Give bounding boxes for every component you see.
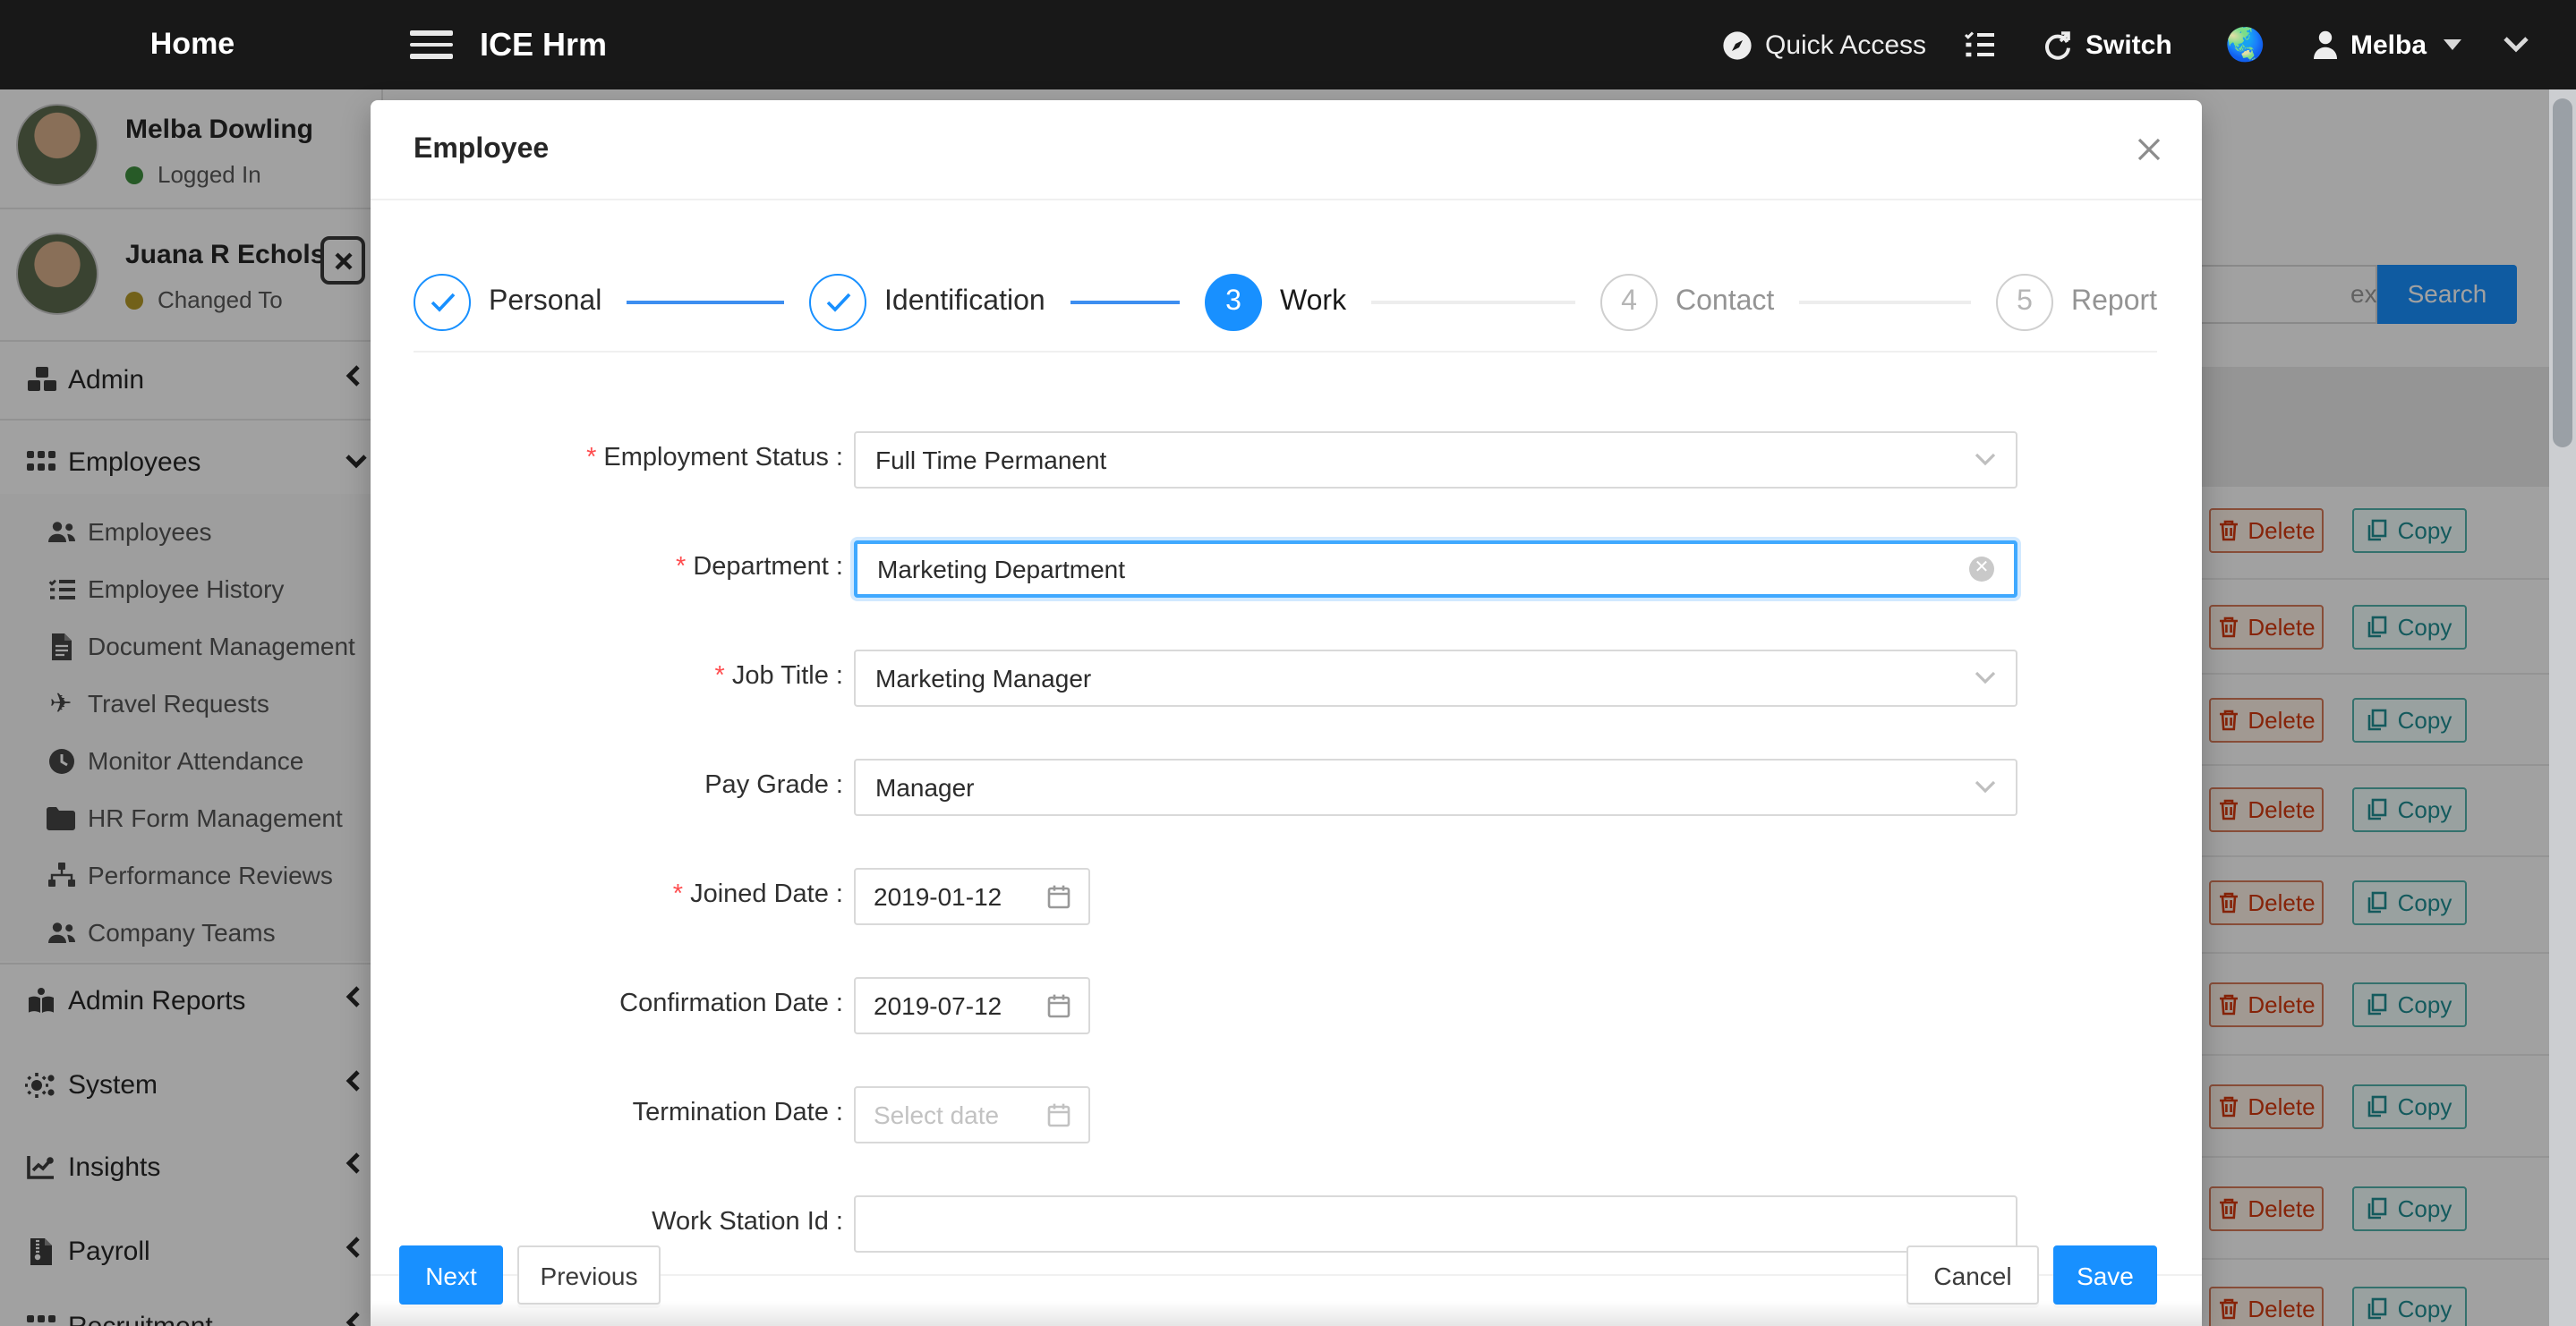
department-select[interactable]: Marketing Department ✕ [854, 540, 2017, 598]
task-list-button[interactable] [1964, 0, 1996, 89]
step-check-circle [809, 274, 866, 331]
clear-icon[interactable]: ✕ [1969, 557, 1994, 582]
pay-grade-select[interactable]: Manager [854, 759, 2017, 816]
step-contact[interactable]: 4 Contact [1600, 274, 1996, 331]
job-title-select[interactable]: Marketing Manager [854, 650, 2017, 707]
user-menu[interactable]: Melba [2313, 0, 2461, 89]
form-row: Employment Status Full Time Permanent [371, 431, 2202, 489]
chevron-down-icon [2503, 36, 2529, 54]
chevron-down-icon [1975, 453, 1996, 467]
confirmation-date-label: Confirmation Date [619, 990, 843, 1018]
step-personal[interactable]: Personal [414, 274, 809, 331]
compass-icon [1722, 30, 1753, 60]
divider [414, 351, 2157, 353]
confirmation-date-picker[interactable]: 2019-07-12 [854, 977, 1090, 1034]
globe-icon[interactable]: 🌏 [2225, 0, 2265, 89]
step-connector [1799, 301, 1971, 304]
work-station-id-label: Work Station Id [652, 1208, 843, 1237]
form-row: Confirmation Date 2019-07-12 [371, 977, 2202, 1034]
form-row: Pay Grade Manager [371, 759, 2202, 816]
form-row: Joined Date 2019-01-12 [371, 868, 2202, 925]
page-scrollbar[interactable] [2549, 89, 2576, 1326]
step-number-circle: 4 [1600, 274, 1658, 331]
joined-date-picker[interactable]: 2019-01-12 [854, 868, 1090, 925]
calendar-icon [1047, 993, 1070, 1018]
modal-title: Employee [414, 134, 549, 166]
app-title: ICE Hrm [480, 0, 607, 89]
save-button[interactable]: Save [2053, 1245, 2157, 1305]
scrollbar-thumb[interactable] [2553, 98, 2572, 447]
next-button[interactable]: Next [399, 1245, 503, 1305]
step-number-circle: 5 [1996, 274, 2053, 331]
form-row: Termination Date Select date [371, 1086, 2202, 1143]
step-report[interactable]: 5 Report [1996, 274, 2157, 331]
check-icon [824, 292, 851, 313]
employment-status-select[interactable]: Full Time Permanent [854, 431, 2017, 489]
form-row: Work Station Id [371, 1195, 2202, 1253]
form-row: Department Marketing Department ✕ [371, 540, 2202, 598]
wizard-steps: Personal Identification 3 Work 4 Contact [414, 274, 2157, 331]
work-station-id-input[interactable] [854, 1195, 2017, 1253]
employment-status-label: Employment Status [586, 444, 843, 472]
hamburger-menu-icon[interactable] [410, 25, 453, 64]
step-connector [627, 301, 784, 304]
home-link[interactable]: Home [0, 0, 385, 89]
department-label: Department [676, 553, 843, 582]
modal-close-button[interactable] [2136, 136, 2164, 165]
step-check-circle [414, 274, 471, 331]
previous-button[interactable]: Previous [517, 1245, 661, 1305]
step-connector [1070, 301, 1180, 304]
switch-user-button[interactable]: Switch [2043, 0, 2172, 89]
close-icon [2136, 136, 2162, 163]
navbar-collapse-button[interactable] [2503, 0, 2529, 89]
app-root: ext Search Delete Copy Delete Copy [0, 0, 2576, 1326]
calendar-icon [1047, 884, 1070, 909]
termination-date-picker[interactable]: Select date [854, 1086, 1090, 1143]
chevron-down-icon [1975, 780, 1996, 795]
job-title-label: Job Title [715, 662, 843, 691]
step-work[interactable]: 3 Work [1205, 274, 1600, 331]
top-navbar: Home ICE Hrm Quick Access Switch 🌏 Melba [0, 0, 2576, 89]
cancel-button[interactable]: Cancel [1906, 1245, 2039, 1305]
quick-access-button[interactable]: Quick Access [1722, 0, 1926, 89]
check-icon [429, 292, 456, 313]
joined-date-label: Joined Date [673, 880, 843, 909]
employee-modal: Employee Personal Identification [371, 100, 2202, 1326]
caret-down-icon [2443, 39, 2461, 50]
termination-date-label: Termination Date [633, 1099, 843, 1127]
calendar-icon [1047, 1102, 1070, 1127]
step-number-circle: 3 [1205, 274, 1262, 331]
form-row: Job Title Marketing Manager [371, 650, 2202, 707]
step-connector [1371, 301, 1575, 304]
step-identification[interactable]: Identification [809, 274, 1205, 331]
switch-icon [2043, 30, 2073, 60]
checklist-icon [1964, 30, 1996, 59]
user-icon [2313, 30, 2338, 59]
pay-grade-label: Pay Grade [704, 771, 843, 800]
modal-header: Employee [371, 100, 2202, 200]
chevron-down-icon [1975, 671, 1996, 685]
